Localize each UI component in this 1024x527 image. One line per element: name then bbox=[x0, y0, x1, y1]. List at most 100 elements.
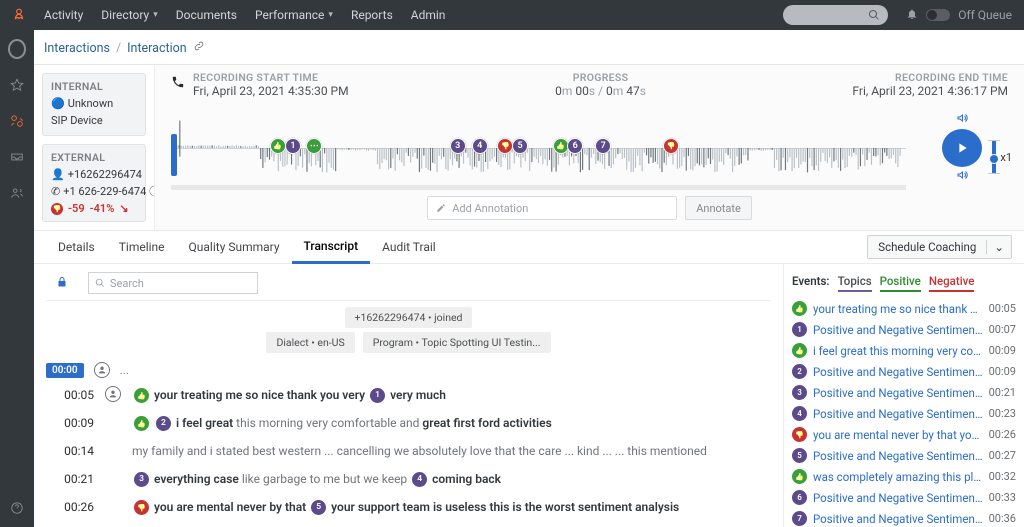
help-icon[interactable] bbox=[8, 499, 26, 517]
annotate-button[interactable]: Annotate bbox=[685, 196, 752, 220]
global-search[interactable] bbox=[783, 5, 888, 25]
nav-activity[interactable]: Activity bbox=[44, 8, 83, 22]
transcript-ts: 00:05 bbox=[46, 386, 94, 404]
breadcrumb-leaf[interactable]: Interaction bbox=[127, 41, 187, 56]
interactions-icon[interactable] bbox=[8, 112, 26, 130]
topic-badge[interactable]: 3 bbox=[134, 472, 149, 487]
transcript-ts: 00:21 bbox=[46, 470, 94, 488]
topic-badge[interactable]: 2 bbox=[156, 416, 171, 431]
tab-details[interactable]: Details bbox=[46, 231, 107, 263]
transcript-first-text: ... bbox=[120, 363, 130, 377]
app-logo-icon[interactable] bbox=[12, 8, 26, 22]
inbox-icon[interactable] bbox=[8, 148, 26, 166]
event-row[interactable]: 6Positive and Negative Sentiments Part 2… bbox=[792, 487, 1016, 508]
topic-badge[interactable]: 5 bbox=[311, 500, 326, 515]
thumbs-up-icon bbox=[792, 469, 807, 484]
topic-badge[interactable]: 1 bbox=[370, 388, 385, 403]
topic-badge: 7 bbox=[792, 511, 807, 526]
event-time: 00:21 bbox=[989, 386, 1016, 399]
thumbs-down-icon[interactable] bbox=[134, 500, 149, 515]
waveform-marker[interactable]: 3 bbox=[450, 138, 466, 154]
sentiment-score-1: -59 bbox=[68, 202, 85, 215]
event-time: 00:26 bbox=[989, 428, 1016, 441]
play-button[interactable] bbox=[942, 129, 982, 167]
event-row[interactable]: 4Positive and Negative Sentiments Part 2… bbox=[792, 403, 1016, 424]
annotation-input[interactable]: Add Annotation bbox=[427, 196, 677, 220]
avatar-icon[interactable] bbox=[8, 40, 26, 58]
event-time: 00:09 bbox=[989, 365, 1016, 378]
waveform-marker[interactable]: 7 bbox=[595, 138, 611, 154]
thumbs-up-icon[interactable] bbox=[134, 416, 149, 431]
event-row[interactable]: 1Positive and Negative Sentiments00:07 bbox=[792, 319, 1016, 340]
waveform[interactable]: 1 34 5 67 bbox=[171, 112, 906, 184]
scrub-track[interactable] bbox=[171, 185, 906, 190]
external-phone1: +16262296474 bbox=[68, 167, 142, 184]
event-text: i feel great this morning very comfortab… bbox=[813, 344, 983, 358]
bell-icon[interactable] bbox=[906, 8, 918, 23]
waveform-marker[interactable]: 6 bbox=[567, 138, 583, 154]
tab-audit-trail[interactable]: Audit Trail bbox=[370, 231, 448, 263]
speed-slider[interactable] bbox=[992, 140, 996, 174]
lock-icon[interactable] bbox=[46, 276, 78, 291]
waveform-marker[interactable]: 1 bbox=[285, 138, 301, 154]
waveform-marker[interactable] bbox=[270, 138, 286, 154]
event-row[interactable]: you are mental never by that your suppor… bbox=[792, 424, 1016, 445]
transcript-row: 00:213 everything case like garbage to m… bbox=[46, 465, 771, 493]
event-row[interactable]: 5Positive and Negative Sentiments Part 2… bbox=[792, 445, 1016, 466]
transcript-ts: 00:09 bbox=[46, 414, 94, 432]
volume-bottom-icon[interactable] bbox=[956, 169, 968, 184]
external-phone2: +1 626-229-6474 bbox=[63, 184, 146, 201]
people-icon[interactable] bbox=[8, 184, 26, 202]
filter-positive[interactable]: Positive bbox=[880, 274, 921, 292]
tab-timeline[interactable]: Timeline bbox=[107, 231, 177, 263]
phone-icon bbox=[171, 75, 185, 92]
nav-documents[interactable]: Documents bbox=[176, 8, 237, 22]
playhead[interactable] bbox=[171, 134, 177, 176]
waveform-marker[interactable] bbox=[553, 138, 569, 154]
event-text: Positive and Negative Sentiments bbox=[813, 323, 983, 337]
volume-top-icon[interactable] bbox=[956, 112, 968, 127]
tab-quality-summary[interactable]: Quality Summary bbox=[177, 231, 292, 263]
search-placeholder: Search bbox=[110, 277, 144, 290]
waveform-marker[interactable] bbox=[306, 138, 322, 154]
waveform-marker[interactable]: 4 bbox=[472, 138, 488, 154]
trend-down-icon: ↘ bbox=[119, 202, 128, 215]
event-row[interactable]: was completely amazing this place was a.… bbox=[792, 466, 1016, 487]
filter-negative[interactable]: Negative bbox=[929, 274, 975, 292]
nav-performance[interactable]: Performance▾ bbox=[255, 8, 333, 22]
topic-badge[interactable]: 4 bbox=[412, 472, 427, 487]
nav-reports[interactable]: Reports bbox=[351, 8, 393, 22]
waveform-marker[interactable]: 5 bbox=[512, 138, 528, 154]
player-controls: x1 bbox=[916, 112, 1008, 184]
tab-transcript[interactable]: Transcript bbox=[292, 232, 371, 264]
filter-topics[interactable]: Topics bbox=[838, 274, 872, 292]
transcript-ts: 00:14 bbox=[46, 442, 94, 460]
chevron-down-icon: ▾ bbox=[328, 10, 333, 20]
waveform-marker[interactable] bbox=[497, 138, 513, 154]
queue-toggle[interactable] bbox=[926, 9, 950, 21]
transcript-row: 00:09 2 i feel great this morning very c… bbox=[46, 409, 771, 437]
breadcrumb-root[interactable]: Interactions bbox=[44, 41, 110, 56]
external-box: EXTERNAL 👤+16262296474 ✆+1 626-229-6474ⓘ… bbox=[42, 144, 146, 222]
internal-box: INTERNAL 🔵Unknown SIP Device bbox=[42, 73, 146, 136]
waveform-marker[interactable] bbox=[663, 138, 679, 154]
event-text: Positive and Negative Sentiments bbox=[813, 512, 983, 526]
nav-directory[interactable]: Directory▾ bbox=[101, 8, 157, 22]
thumbs-up-icon[interactable] bbox=[134, 388, 149, 403]
event-time: 00:05 bbox=[989, 302, 1016, 315]
star-icon[interactable] bbox=[8, 76, 26, 94]
program-chip: Program • Topic Spotting UI Testin... bbox=[363, 332, 551, 353]
schedule-coaching-button[interactable]: Schedule Coaching⌄ bbox=[867, 235, 1012, 259]
chevron-down-icon[interactable]: ⌄ bbox=[986, 240, 1011, 254]
link-icon[interactable] bbox=[193, 40, 205, 56]
event-row[interactable]: 3Positive and Negative Sentiments00:21 bbox=[792, 382, 1016, 403]
event-row[interactable]: i feel great this morning very comfortab… bbox=[792, 340, 1016, 361]
event-row[interactable]: 7Positive and Negative Sentiments00:36 bbox=[792, 508, 1016, 527]
main-content: Interactions / Interaction INTERNAL 🔵Unk… bbox=[34, 30, 1024, 527]
event-row[interactable]: 2Positive and Negative Sentiments00:09 bbox=[792, 361, 1016, 382]
transcript-search[interactable]: Search bbox=[88, 272, 258, 294]
nav-admin[interactable]: Admin bbox=[411, 8, 446, 22]
event-text: Positive and Negative Sentiments Part 2 bbox=[813, 407, 983, 421]
event-row[interactable]: your treating me so nice thank you very … bbox=[792, 298, 1016, 319]
internal-header: INTERNAL bbox=[51, 80, 137, 93]
